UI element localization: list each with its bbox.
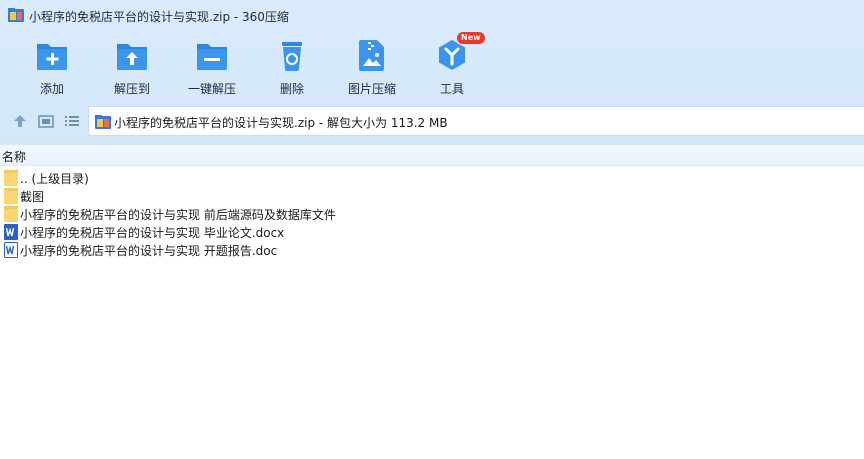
one-click-extract-icon <box>197 44 227 70</box>
delete-button[interactable]: 删除 <box>252 34 332 98</box>
delete-icon <box>282 42 302 71</box>
file-row-source-folder[interactable]: 小程序的免税店平台的设计与实现 前后端源码及数据库文件 <box>0 205 864 223</box>
word-docx-icon <box>4 224 18 240</box>
title-bar: 小程序的免税店平台的设计与实现.zip - 360压缩 <box>0 0 864 30</box>
new-badge: New <box>457 32 485 44</box>
navigation-bar: 小程序的免税店平台的设计与实现.zip - 解包大小为 113.2 MB <box>0 106 864 136</box>
file-list: 名称 .. (上级目录) 截图 小程序的免税店平台的设计与实现 前后端源码及数据… <box>0 145 864 459</box>
file-row-screenshots[interactable]: 截图 <box>0 187 864 205</box>
file-name: .. (上级目录) <box>20 172 89 186</box>
image-compress-button[interactable]: 图片压缩 <box>332 34 412 98</box>
file-name: 小程序的免税店平台的设计与实现 开题报告.doc <box>20 244 278 258</box>
up-icon[interactable] <box>11 113 29 129</box>
image-compress-icon <box>359 40 384 71</box>
add-icon <box>37 44 67 70</box>
zip-app-icon <box>8 8 24 22</box>
view-list-icon[interactable] <box>63 113 81 129</box>
file-row-thesis-docx[interactable]: 小程序的免税店平台的设计与实现 毕业论文.docx <box>0 223 864 241</box>
one-click-extract-button[interactable]: 一键解压 <box>172 34 252 98</box>
column-header-name[interactable]: 名称 <box>0 145 864 166</box>
image-compress-label: 图片压缩 <box>347 82 396 96</box>
delete-label: 删除 <box>279 82 304 96</box>
add-label: 添加 <box>39 82 64 96</box>
word-doc-icon <box>4 242 18 258</box>
view-thumbnail-icon[interactable] <box>37 113 55 129</box>
extract-to-icon <box>117 44 147 70</box>
add-button[interactable]: 添加 <box>12 34 92 98</box>
one-click-extract-label: 一键解压 <box>187 82 236 96</box>
zip-file-icon <box>95 115 111 129</box>
extract-to-button[interactable]: 解压到 <box>92 34 172 98</box>
file-row-proposal-doc[interactable]: 小程序的免税店平台的设计与实现 开题报告.doc <box>0 241 864 259</box>
folder-icon <box>4 170 18 186</box>
file-row-parent-directory[interactable]: .. (上级目录) <box>0 169 864 187</box>
toolbar: 添加 解压到 一键解压 删除 图片压缩 New 工具 <box>0 32 864 98</box>
file-name: 小程序的免税店平台的设计与实现 前后端源码及数据库文件 <box>20 208 336 222</box>
column-name-label: 名称 <box>2 150 27 164</box>
app-window: 小程序的免税店平台的设计与实现.zip - 360压缩 添加 解压到 一键解压 … <box>0 0 864 459</box>
address-path: 小程序的免税店平台的设计与实现.zip - 解包大小为 113.2 MB <box>114 116 448 130</box>
extract-to-label: 解压到 <box>113 82 150 96</box>
chrome-area: 小程序的免税店平台的设计与实现.zip - 360压缩 添加 解压到 一键解压 … <box>0 0 864 145</box>
file-name: 小程序的免税店平台的设计与实现 毕业论文.docx <box>20 226 285 240</box>
folder-icon <box>4 206 18 222</box>
tools-label: 工具 <box>439 82 464 96</box>
window-title: 小程序的免税店平台的设计与实现.zip - 360压缩 <box>29 10 289 24</box>
file-name: 截图 <box>20 190 45 204</box>
address-bar[interactable]: 小程序的免税店平台的设计与实现.zip - 解包大小为 113.2 MB <box>88 106 864 136</box>
tools-button[interactable]: New 工具 <box>412 32 492 98</box>
folder-icon <box>4 188 18 204</box>
